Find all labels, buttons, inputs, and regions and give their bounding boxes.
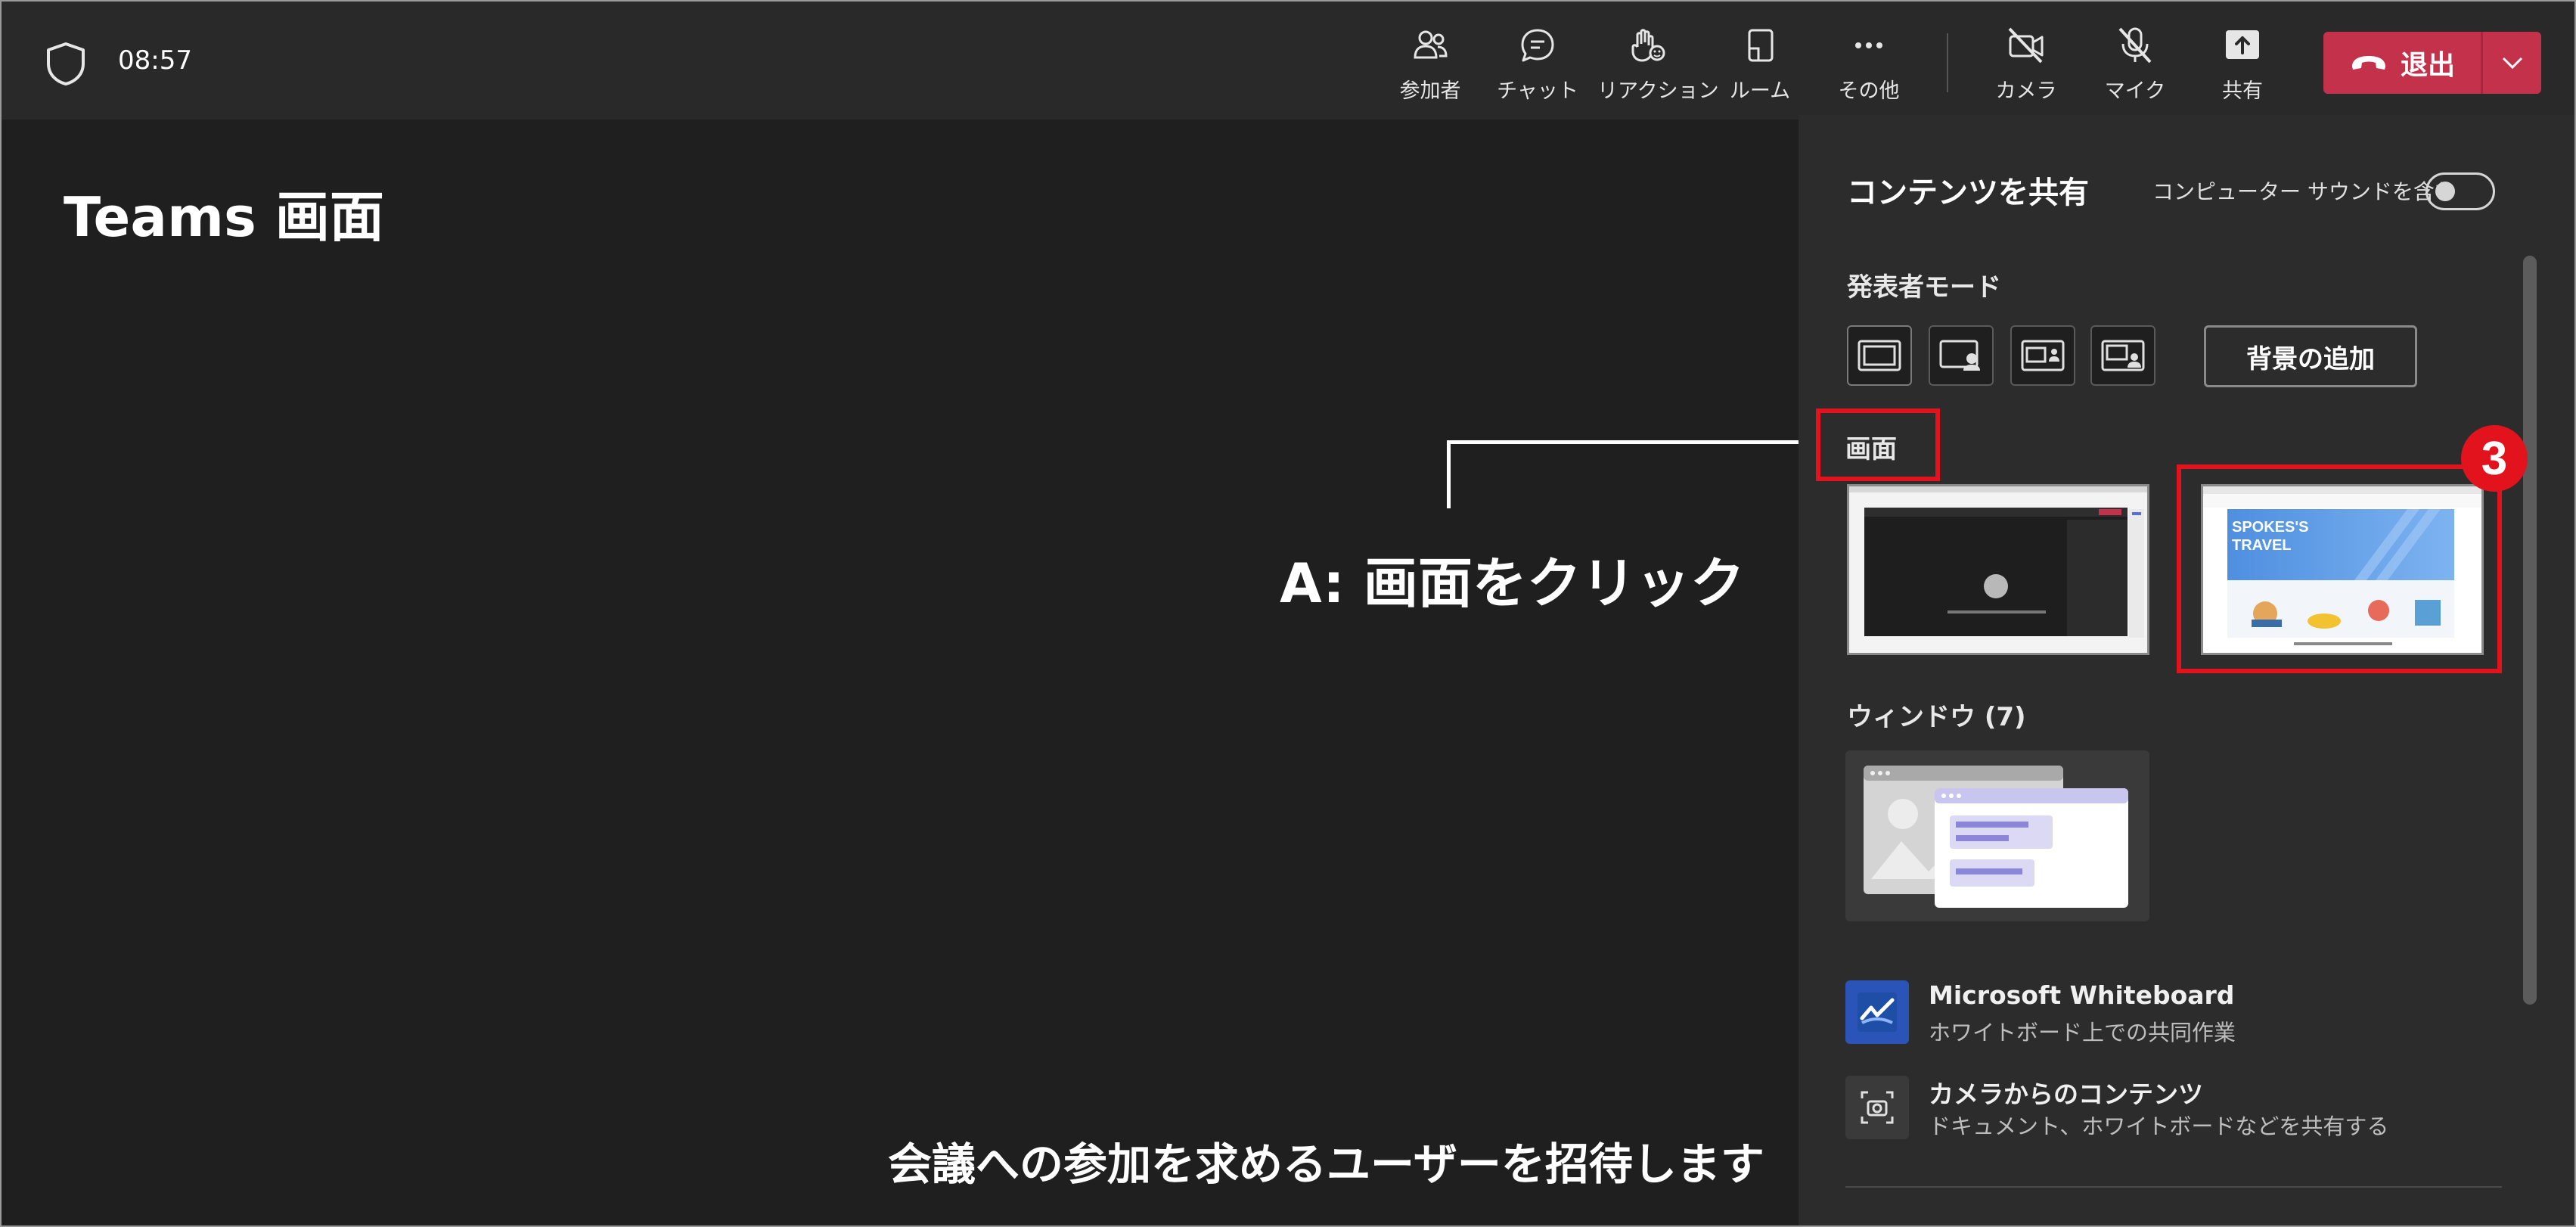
camera-label: カメラ	[1995, 79, 2057, 103]
camera-content-app-description: ドキュメント、ホワイトボードなどを共有する	[1929, 1114, 2389, 1139]
camera-off-icon	[2008, 27, 2044, 64]
callout-line-vertical	[1447, 440, 1451, 508]
reactions-label: リアクション	[1597, 79, 1719, 103]
screen-heading-highlight	[1816, 408, 1940, 481]
rooms-label: ルーム	[1729, 79, 1791, 103]
participants-label: 参加者	[1399, 79, 1461, 103]
panel-divider	[1845, 1186, 2502, 1188]
whiteboard-app-icon	[1845, 980, 1909, 1044]
share-icon	[2226, 30, 2259, 59]
meeting-timer: 08:57	[118, 45, 192, 76]
share-label: 共有	[2222, 79, 2263, 103]
computer-sound-label: コンピューター サウンドを含む	[2152, 179, 2456, 204]
mic-label: マイク	[2104, 79, 2166, 103]
standout-mode-button[interactable]	[1929, 325, 1994, 386]
hand-icon	[1631, 29, 1665, 62]
toggle-knob	[2435, 182, 2455, 201]
camera-content-app-name[interactable]: カメラからのコンテンツ	[1929, 1074, 2203, 1111]
share-content-panel: コンテンツを共有 コンピューター サウンドを含む 発表者モード 背景の追加 画面…	[1799, 115, 2574, 1225]
whiteboard-app-description: ホワイトボード上での共同作業	[1929, 1020, 2236, 1045]
step-3-badge: 3	[2461, 425, 2528, 492]
participants-button[interactable]: 参加者	[1381, 24, 1479, 107]
leave-button[interactable]: 退出	[2323, 32, 2481, 94]
callout-annotation: A: 画面をクリック	[1280, 551, 1745, 615]
callout-line-horizontal	[1447, 440, 1819, 444]
add-background-button[interactable]: 背景の追加	[2204, 325, 2417, 387]
window-heading: ウィンドウ (7)	[1847, 702, 2026, 732]
teams-screen-preview	[1849, 486, 2147, 653]
share-button[interactable]: 共有	[2193, 24, 2292, 107]
screenshot-frame: 08:57 参加者 チャット リアクション ルーム その他 カメラ マイク 共有…	[0, 0, 2576, 1227]
meeting-toolbar: 08:57 参加者 チャット リアクション ルーム その他 カメラ マイク 共有…	[2, 2, 2574, 120]
window-placeholder-illustration	[1864, 766, 2128, 908]
whiteboard-app-name[interactable]: Microsoft Whiteboard	[1929, 980, 2234, 1010]
presenter-mode-heading: 発表者モード	[1847, 272, 2001, 303]
panel-title: コンテンツを共有	[1847, 176, 2089, 210]
standout-icon	[1939, 340, 1980, 371]
reporter-mode-button[interactable]	[2090, 325, 2155, 386]
reporter-icon	[2101, 340, 2145, 371]
toolbar-divider	[1947, 33, 1948, 92]
mic-off-icon	[2118, 27, 2152, 64]
content-only-icon	[1858, 340, 1901, 371]
chat-label: チャット	[1497, 79, 1578, 103]
screen-thumbnail-1[interactable]	[1847, 484, 2149, 655]
stage-title: Teams 画面	[64, 185, 384, 249]
content-only-mode-button[interactable]	[1847, 325, 1912, 386]
leave-label: 退出	[2400, 50, 2455, 81]
invite-message[interactable]: 会議への参加を求めるユーザーを招待します	[888, 1129, 1764, 1192]
hangup-icon	[2351, 56, 2385, 70]
chevron-down-icon	[2502, 57, 2523, 70]
mic-button[interactable]: マイク	[2086, 24, 2184, 107]
window-thumbnail[interactable]	[1845, 750, 2149, 921]
chat-icon	[1521, 29, 1554, 62]
computer-sound-toggle[interactable]	[2425, 172, 2495, 210]
leave-divider	[2481, 32, 2483, 94]
people-icon	[1414, 30, 1448, 59]
shield-icon[interactable]	[45, 41, 86, 86]
camera-button[interactable]: カメラ	[1977, 24, 2075, 107]
rooms-icon	[1748, 29, 1774, 62]
camera-content-icon	[1861, 1091, 1894, 1124]
reactions-button[interactable]: リアクション	[1597, 24, 1719, 107]
side-by-side-mode-button[interactable]	[2010, 325, 2075, 386]
more-button[interactable]: その他	[1820, 24, 1918, 107]
rooms-button[interactable]: ルーム	[1711, 24, 1809, 107]
camera-content-app-icon	[1845, 1076, 1909, 1139]
side-by-side-icon	[2021, 340, 2065, 371]
more-icon	[1855, 42, 1882, 48]
whiteboard-icon	[1858, 992, 1897, 1032]
panel-scrollbar[interactable]	[2523, 256, 2537, 1005]
chat-button[interactable]: チャット	[1488, 24, 1587, 107]
screen-thumbnail-2-highlight	[2177, 464, 2502, 673]
leave-button-group: 退出	[2323, 32, 2541, 94]
more-label: その他	[1838, 79, 1900, 103]
leave-options-button[interactable]	[2484, 32, 2541, 94]
